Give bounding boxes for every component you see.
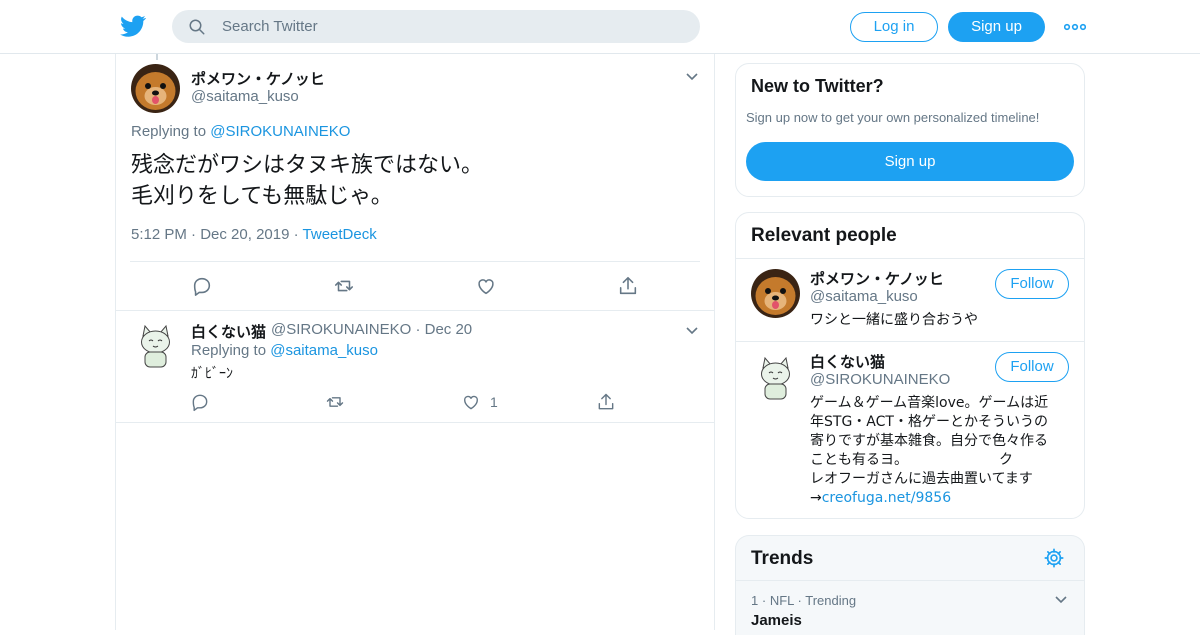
thread-connector xyxy=(156,54,158,60)
replying-to-link[interactable]: @saitama_kuso xyxy=(270,342,378,359)
tweet-header-meta: @SIROKUNAINEKO · Dec 20 xyxy=(271,321,472,338)
tweet-date[interactable]: Dec 20 xyxy=(425,321,473,338)
signup-button[interactable]: Sign up xyxy=(948,12,1045,42)
divider xyxy=(116,422,714,423)
display-name[interactable]: ポメワン・ケノッヒ xyxy=(191,68,325,89)
replying-to: Replying to @SIROKUNAINEKO xyxy=(131,123,350,140)
relevant-people-card: Relevant people ポメワン・ケノッヒ @saitama_kuso … xyxy=(735,212,1085,519)
tweet-text: ｶﾞﾋﾞｰﾝ xyxy=(191,366,233,382)
chevron-down-icon[interactable] xyxy=(685,326,699,336)
avatar[interactable] xyxy=(751,352,800,401)
tweet-column: ポメワン・ケノッヒ @saitama_kuso Replying to @SIR… xyxy=(115,54,715,630)
divider xyxy=(116,310,714,311)
like-count: 1 xyxy=(490,394,498,410)
bio-line: ゲーム＆ゲーム音楽love。ゲームは近 xyxy=(810,395,1049,411)
divider xyxy=(736,580,1084,581)
card-subtitle: Sign up now to get your own personalized… xyxy=(746,110,1040,125)
trend-category: NFL xyxy=(769,593,794,608)
display-name[interactable]: ポメワン・ケノッヒ xyxy=(810,268,944,289)
tweet-source-link[interactable]: TweetDeck xyxy=(303,226,377,243)
divider xyxy=(736,341,1084,342)
new-to-twitter-card: New to Twitter? Sign up now to get your … xyxy=(735,63,1085,197)
meta-separator: · xyxy=(191,226,197,243)
meta-separator: · xyxy=(415,321,421,338)
meta-separator: · xyxy=(761,593,767,608)
replying-to-link[interactable]: @SIROKUNAINEKO xyxy=(210,123,350,140)
tweet-text-line: 毛刈りをしても無駄じゃ。 xyxy=(131,184,393,209)
display-name[interactable]: 白くない猫 xyxy=(810,351,885,372)
like-icon[interactable] xyxy=(475,275,497,297)
bio-link[interactable]: creofuga.net/9856 xyxy=(822,490,951,506)
trend-status: Trending xyxy=(805,593,857,608)
avatar[interactable] xyxy=(131,64,180,113)
reply-icon[interactable] xyxy=(191,275,213,297)
replying-prefix: Replying to xyxy=(191,342,267,359)
divider xyxy=(130,261,700,262)
bio-line: レオフーガさんに過去曲置いてます xyxy=(810,471,1033,487)
dog-avatar-image xyxy=(751,269,800,318)
share-icon[interactable] xyxy=(596,392,616,412)
user-handle[interactable]: @saitama_kuso xyxy=(191,88,299,105)
search-box[interactable] xyxy=(172,10,700,43)
tweet-time[interactable]: 5:12 PM xyxy=(131,226,187,243)
retweet-icon[interactable] xyxy=(333,275,355,297)
tweet-text: 残念だがワシはタヌキ族ではない。 毛刈りをしても無駄じゃ。 xyxy=(131,150,483,212)
replying-to: Replying to @saitama_kuso xyxy=(191,342,378,359)
user-bio: ワシと一緒に盛り合おうや xyxy=(810,312,978,328)
tweet-date[interactable]: Dec 20, 2019 xyxy=(200,226,289,243)
card-title: New to Twitter? xyxy=(751,76,884,96)
follow-button[interactable]: Follow xyxy=(995,352,1069,382)
avatar[interactable] xyxy=(751,269,800,318)
trend-meta: 1 · NFL · Trending xyxy=(751,593,856,608)
divider xyxy=(736,258,1084,259)
trend-rank: 1 xyxy=(751,593,759,608)
user-handle[interactable]: @saitama_kuso xyxy=(810,288,918,305)
user-handle[interactable]: @SIROKUNAINEKO xyxy=(810,371,950,388)
more-dots-icon[interactable] xyxy=(1064,20,1086,34)
reply-icon[interactable] xyxy=(190,392,210,412)
bio-line: ことも有るヨ。 ク xyxy=(810,452,1013,468)
twitter-bird-icon[interactable] xyxy=(120,13,146,39)
follow-button[interactable]: Follow xyxy=(995,269,1069,299)
cat-avatar-image xyxy=(131,320,180,369)
display-name[interactable]: 白くない猫 xyxy=(191,321,266,342)
signup-button[interactable]: Sign up xyxy=(746,142,1074,181)
bio-arrow: → xyxy=(810,490,822,506)
bio-line: 年STG・ACT・格ゲーとかそういうの xyxy=(810,414,1048,430)
share-icon[interactable] xyxy=(617,275,639,297)
bio-line: 寄りですが基本雑食。自分で色々作る xyxy=(810,433,1048,449)
search-input[interactable] xyxy=(222,10,682,43)
gear-icon[interactable] xyxy=(1043,547,1065,569)
user-bio: ゲーム＆ゲーム音楽love。ゲームは近 年STG・ACT・格ゲーとかそういうの … xyxy=(810,394,1078,508)
avatar[interactable] xyxy=(131,320,180,369)
chevron-down-icon[interactable] xyxy=(1054,595,1068,605)
trend-name[interactable]: Jameis xyxy=(751,612,802,629)
like-icon[interactable] xyxy=(461,392,481,412)
bio-line: →creofuga.net/9856 xyxy=(810,489,1078,508)
login-button[interactable]: Log in xyxy=(850,12,938,42)
card-title: Trends xyxy=(751,548,814,569)
cat-avatar-image xyxy=(751,352,800,401)
replying-prefix: Replying to xyxy=(131,123,207,140)
retweet-icon[interactable] xyxy=(325,392,345,412)
trends-card: Trends 1 · NFL · Trending Jameis xyxy=(735,535,1085,635)
tweet-meta: 5:12 PM · Dec 20, 2019 · TweetDeck xyxy=(131,226,377,243)
search-icon xyxy=(189,19,205,35)
dog-avatar-image xyxy=(131,64,180,113)
tweet-text-line: 残念だがワシはタヌキ族ではない。 xyxy=(131,153,484,178)
chevron-down-icon[interactable] xyxy=(685,72,699,82)
top-bar: Log in Sign up xyxy=(0,0,1200,54)
card-title: Relevant people xyxy=(751,225,897,246)
user-handle[interactable]: @SIROKUNAINEKO xyxy=(271,321,411,338)
meta-separator: · xyxy=(797,593,802,608)
meta-separator: · xyxy=(293,226,299,243)
